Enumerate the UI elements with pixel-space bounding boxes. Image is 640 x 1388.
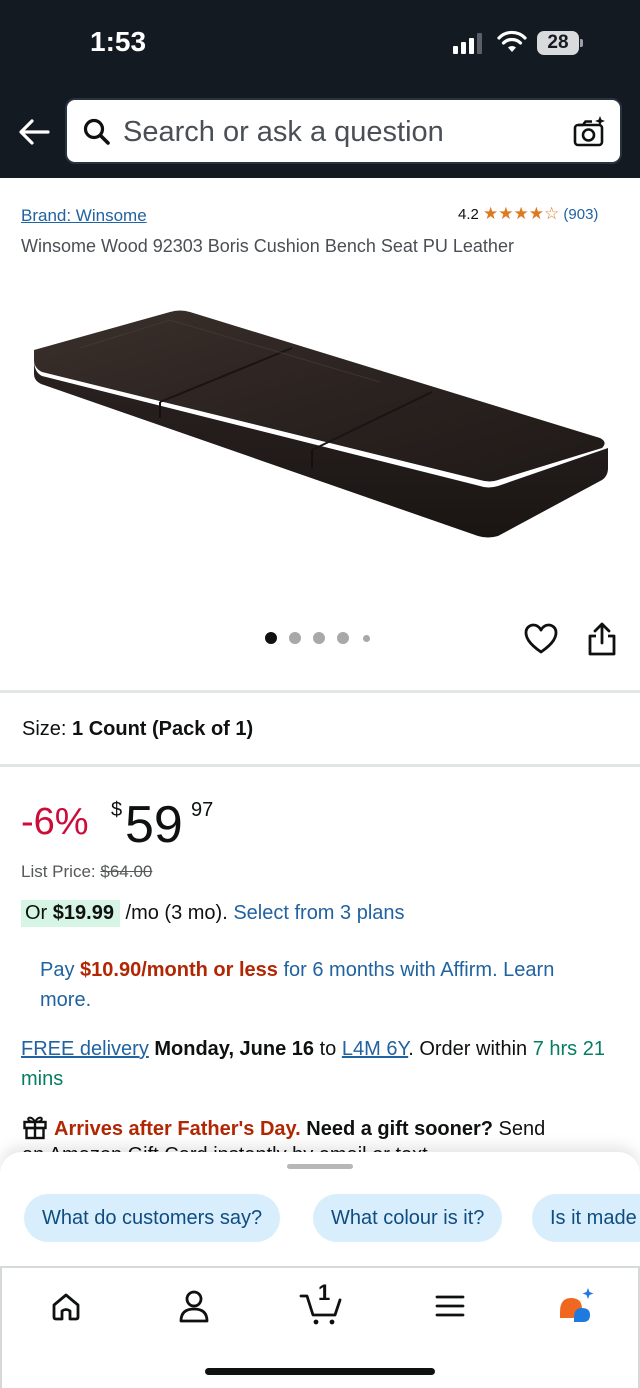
search-icon (83, 118, 110, 145)
price-currency: $ (111, 799, 123, 821)
price-fraction: 97 (191, 799, 214, 821)
rufus-ai-icon[interactable] (554, 1284, 598, 1328)
gift-notice: Arrives after Father's Day. Need a gift … (22, 1114, 640, 1144)
select-plans-link[interactable]: Select from 3 plans (233, 902, 404, 924)
carousel-dot[interactable] (363, 635, 370, 642)
carousel-dot[interactable] (289, 632, 301, 644)
size-value: 1 Count (Pack of 1) (72, 718, 254, 740)
search-bar[interactable] (65, 98, 622, 164)
rating-summary[interactable]: 4.2 ★★★★☆ (903) (458, 204, 598, 224)
heart-icon[interactable] (524, 622, 558, 656)
price-whole: 59 (125, 796, 183, 854)
star-rating-icon: ★★★★☆ (483, 204, 560, 223)
search-header (0, 88, 640, 178)
account-icon[interactable] (172, 1284, 216, 1328)
search-input[interactable] (123, 112, 563, 152)
home-icon[interactable] (44, 1284, 88, 1328)
suggestion-chip[interactable]: What colour is it? (313, 1194, 503, 1242)
share-icon[interactable] (586, 621, 618, 657)
status-bar: 1:53 28 (0, 0, 640, 88)
status-time: 1:53 (90, 26, 147, 57)
carousel-dot[interactable] (337, 632, 349, 644)
suggestion-chip[interactable]: Is it made of real leather? (532, 1194, 640, 1242)
discount-percent: -6% (21, 801, 89, 843)
installment-term: /mo (3 mo). (125, 902, 228, 924)
rating-value: 4.2 (458, 206, 479, 223)
affirm-offer[interactable]: Pay $10.90/month or less for 6 months wi… (40, 955, 600, 1015)
gift-icon (23, 1116, 47, 1140)
postal-code-link[interactable]: L4M 6Y (342, 1038, 408, 1060)
carousel-dot[interactable] (313, 632, 325, 644)
image-carousel-dots[interactable] (265, 632, 385, 646)
cart-tab[interactable]: 1 (298, 1280, 346, 1328)
brand-link[interactable]: Brand: Winsome (21, 206, 147, 226)
list-price: List Price: $64.00 (21, 862, 152, 882)
home-indicator (205, 1368, 435, 1375)
cellular-signal-icon (453, 33, 482, 54)
divider (0, 764, 640, 767)
divider (0, 690, 640, 693)
free-delivery-link[interactable]: FREE delivery (21, 1038, 149, 1060)
product-title: Winsome Wood 92303 Boris Cushion Bench S… (21, 236, 514, 256)
list-price-value: $64.00 (100, 862, 153, 881)
size-label: Size: (22, 718, 67, 740)
suggestion-chip[interactable]: What do customers say? (24, 1194, 281, 1242)
size-selector[interactable]: Size: 1 Count (Pack of 1) (22, 718, 253, 741)
menu-icon[interactable] (428, 1284, 472, 1328)
installment-badge: Or $19.99 (21, 900, 120, 927)
fathers-day-warning: Arrives after Father's Day. (54, 1118, 301, 1140)
delivery-info: FREE delivery Monday, June 16 to L4M 6Y.… (21, 1038, 605, 1090)
list-price-label: List Price: (21, 862, 96, 881)
camera-sparkle-icon[interactable] (572, 114, 608, 150)
battery-level: 28 (547, 32, 569, 53)
installment-plan: Or $19.99 /mo (3 mo). Select from 3 plan… (21, 900, 405, 927)
cart-count: 1 (318, 1280, 331, 1305)
sheet-handle[interactable] (287, 1164, 353, 1169)
back-arrow-icon[interactable] (14, 112, 54, 152)
product-image[interactable] (20, 290, 620, 560)
wifi-icon (497, 30, 527, 52)
battery-icon: 28 (537, 31, 583, 55)
delivery-date: Monday, June 16 (154, 1038, 315, 1060)
gift-question: Need a gift sooner? (306, 1118, 493, 1140)
suggestion-chips: What do customers say? What colour is it… (24, 1194, 640, 1242)
carousel-dot-active[interactable] (265, 632, 277, 644)
review-count[interactable]: (903) (563, 206, 598, 223)
affirm-amount: $10.90/month or less (80, 959, 278, 981)
